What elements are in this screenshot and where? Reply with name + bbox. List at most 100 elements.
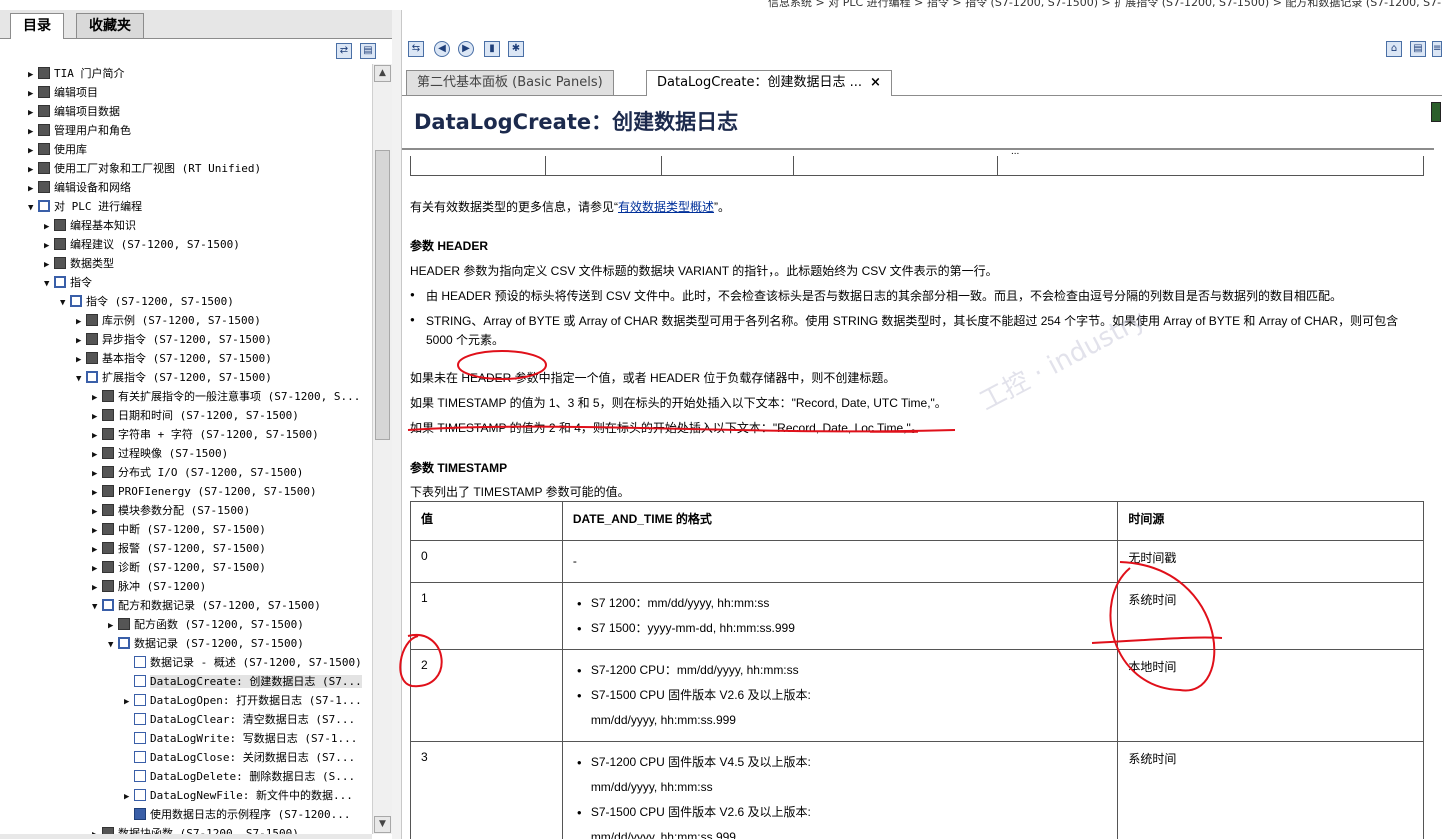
cell-value: 0 [410, 540, 563, 583]
close-tab-icon[interactable]: × [870, 75, 881, 90]
tree-node-label: TIA 门户简介 [54, 67, 125, 80]
tree-node[interactable]: DataLogClose: 关闭数据日志 (S7... [124, 748, 355, 767]
tree-node[interactable]: ▶ 使用工厂对象和工厂视图 (RT Unified) [28, 159, 261, 178]
print-page-icon[interactable]: ▤ [1410, 41, 1426, 57]
open-book-icon [70, 295, 82, 307]
tree-node[interactable]: DataLogClear: 清空数据日志 (S7... [124, 710, 355, 729]
breadcrumb: 信息系统 > 对 PLC 进行编程 > 指令 > 指令 (S7-1200, S7… [768, 0, 1442, 9]
sync-contents-icon[interactable]: ⇄ [336, 43, 352, 59]
tree-node[interactable]: ▶ TIA 门户简介 [28, 64, 125, 83]
tree-node[interactable]: ▶ 编程基本知识 [44, 216, 136, 235]
tree-node[interactable]: ▶ DataLogOpen: 打开数据日志 (S7-1... [124, 691, 362, 710]
home-icon[interactable]: ⌂ [1386, 41, 1402, 57]
book-icon [102, 827, 114, 834]
cell-value: 3 [410, 741, 563, 839]
tree-node[interactable]: ▶ 分布式 I/O (S7-1200, S7-1500) [92, 463, 303, 482]
tree-node-label: 编程建议 (S7-1200, S7-1500) [70, 238, 240, 251]
tree-node[interactable]: ▶ 过程映像 (S7-1500) [92, 444, 228, 463]
col-header-value: 值 [410, 501, 563, 541]
tree-node[interactable]: 数据记录 - 概述 (S7-1200, S7-1500) [124, 653, 362, 672]
tab-datalogcreate[interactable]: DataLogCreate：创建数据日志 ... × [646, 70, 892, 96]
open-book-icon [102, 599, 114, 611]
tree-node[interactable]: DataLogDelete: 删除数据日志 (S... [124, 767, 355, 786]
tree-scrollbar[interactable]: ▲ ▼ [372, 64, 392, 834]
tree-node[interactable]: ▶ 诊断 (S7-1200, S7-1500) [92, 558, 266, 577]
tree-node[interactable]: ▶ DataLogNewFile: 新文件中的数据... [124, 786, 353, 805]
tree-node[interactable]: ▶ 报警 (S7-1200, S7-1500) [92, 539, 266, 558]
col-header-format: DATE_AND_TIME 的格式 [561, 501, 1119, 541]
scroll-up-icon[interactable]: ▲ [374, 65, 391, 82]
more-icon[interactable]: ≡ [1432, 41, 1442, 57]
tree-node-label: 编辑项目 [54, 86, 98, 99]
tree-node[interactable]: ▼ 指令 (S7-1200, S7-1500) [60, 292, 234, 311]
book-icon [102, 428, 114, 440]
tree-node[interactable]: ▶ 日期和时间 (S7-1200, S7-1500) [92, 406, 299, 425]
print-icon[interactable]: ▤ [360, 43, 376, 59]
tab-contents[interactable]: 目录 [10, 13, 64, 40]
back-icon[interactable]: ◀ [434, 41, 450, 57]
tree-node-label: 指令 [70, 276, 92, 289]
tree-node[interactable]: ▶ 数据类型 [44, 254, 114, 273]
tree-node-label: DataLogOpen: 打开数据日志 (S7-1... [150, 694, 362, 707]
tree-node[interactable]: ▶ 基本指令 (S7-1200, S7-1500) [76, 349, 272, 368]
pane-splitter[interactable] [392, 10, 402, 839]
collapse-icon[interactable]: ▼ [108, 636, 118, 655]
help-viewer: ⇆ ◀ ▶ ▮ ✱ ⌂ ▤ ≡ 第二代基本面板 (Basic Panels) D… [402, 10, 1442, 839]
expand-icon[interactable]: ▶ [92, 826, 102, 834]
tree-node[interactable]: ▶ 管理用户和角色 [28, 121, 131, 140]
tree-hscrollbar[interactable] [0, 834, 372, 839]
tree-node[interactable]: ▶ 模块参数分配 (S7-1500) [92, 501, 250, 520]
collapse-icon[interactable]: ▼ [60, 294, 70, 313]
tree-node-label: 指令 (S7-1200, S7-1500) [86, 295, 234, 308]
timestamp-table: 值 DATE_AND_TIME 的格式 时间源 0-无时间戳1S7 1200：m… [410, 501, 1424, 839]
add-favorite-icon[interactable]: ✱ [508, 41, 524, 57]
data-types-overview-link[interactable]: 有效数据类型概述 [618, 200, 714, 214]
tree-node[interactable]: ▼ 扩展指令 (S7-1200, S7-1500) [76, 368, 272, 387]
table-row: 1S7 1200：mm/dd/yyyy, hh:mm:ssS7 1500：yyy… [410, 582, 1424, 650]
tab-basic-panels[interactable]: 第二代基本面板 (Basic Panels) [406, 70, 614, 95]
bookmark-icon[interactable]: ▮ [484, 41, 500, 57]
tree-node[interactable]: ▶ 中断 (S7-1200, S7-1500) [92, 520, 266, 539]
tree-node[interactable]: DataLogWrite: 写数据日志 (S7-1... [124, 729, 357, 748]
tree-node[interactable]: 使用数据日志的示例程序 (S7-1200... [124, 805, 350, 824]
tab-datalogcreate-label: DataLogCreate：创建数据日志 ... [657, 75, 862, 90]
tree-node[interactable]: ▼ 对 PLC 进行编程 [28, 197, 142, 216]
timestamp-param-heading: 参数 TIMESTAMP [410, 461, 508, 475]
tree-node-label: 使用数据日志的示例程序 (S7-1200... [150, 808, 351, 821]
forward-icon[interactable]: ▶ [458, 41, 474, 57]
header-bullet-2-text: STRING、Array of BYTE 或 Array of CHAR 数据类… [426, 314, 1399, 328]
tree-node[interactable]: ▼ 数据记录 (S7-1200, S7-1500) [108, 634, 304, 653]
scroll-down-icon[interactable]: ▼ [374, 816, 391, 833]
tree-node[interactable]: ▼ 配方和数据记录 (S7-1200, S7-1500) [92, 596, 321, 615]
tree-node[interactable]: ▶ 字符串 + 字符 (S7-1200, S7-1500) [92, 425, 319, 444]
tree-node[interactable]: ▶ 编辑项目数据 [28, 102, 120, 121]
tree-node[interactable]: ▶ PROFIenergy (S7-1200, S7-1500) [92, 482, 317, 501]
tree-node[interactable]: ▶ 异步指令 (S7-1200, S7-1500) [76, 330, 272, 349]
tree-node[interactable]: ▶ 脉冲 (S7-1200) [92, 577, 206, 596]
tree-node[interactable]: ▶ 有关扩展指令的一般注意事项 (S7-1200, S... [92, 387, 360, 406]
format-line: S7-1500 CPU 固件版本 V2.6 及以上版本: [573, 800, 1108, 825]
tree-node[interactable]: ▶ 库示例 (S7-1200, S7-1500) [76, 311, 261, 330]
tree-node-label: DataLogWrite: 写数据日志 (S7-1... [150, 732, 358, 745]
collapse-icon[interactable]: ▼ [76, 370, 86, 389]
tree-node[interactable]: ▶ 配方函数 (S7-1200, S7-1500) [108, 615, 304, 634]
tree-node-label: 异步指令 (S7-1200, S7-1500) [102, 333, 272, 346]
tree-node[interactable]: DataLogCreate: 创建数据日志 (S7... [124, 672, 362, 691]
tree-node[interactable]: ▶ 编程建议 (S7-1200, S7-1500) [44, 235, 240, 254]
table-row: 3 S7-1200 CPU 固件版本 V4.5 及以上版本: mm/dd/yyyy,… [410, 741, 1424, 839]
collapse-icon[interactable]: ▼ [44, 275, 54, 294]
doc-scroll-marker[interactable] [1430, 100, 1442, 122]
tree-node[interactable]: ▶ 编辑设备和网络 [28, 178, 131, 197]
tree-node-label: 过程映像 (S7-1500) [118, 447, 229, 460]
collapse-icon[interactable]: ▼ [92, 598, 102, 617]
sync-icon[interactable]: ⇆ [408, 41, 424, 57]
book-icon [38, 181, 50, 193]
tree-node[interactable]: ▶ 数据块函数 (S7-1200, S7-1500) [92, 824, 299, 834]
tree-node[interactable]: ▶ 编辑项目 [28, 83, 98, 102]
tab-favorites[interactable]: 收藏夹 [76, 13, 144, 38]
tree-node[interactable]: ▶ 使用库 [28, 140, 87, 159]
scroll-thumb[interactable] [375, 150, 390, 440]
tree-node[interactable]: ▼ 指令 [44, 273, 92, 292]
collapse-icon[interactable]: ▼ [28, 199, 38, 218]
previous-table-end: ... [410, 150, 1424, 176]
